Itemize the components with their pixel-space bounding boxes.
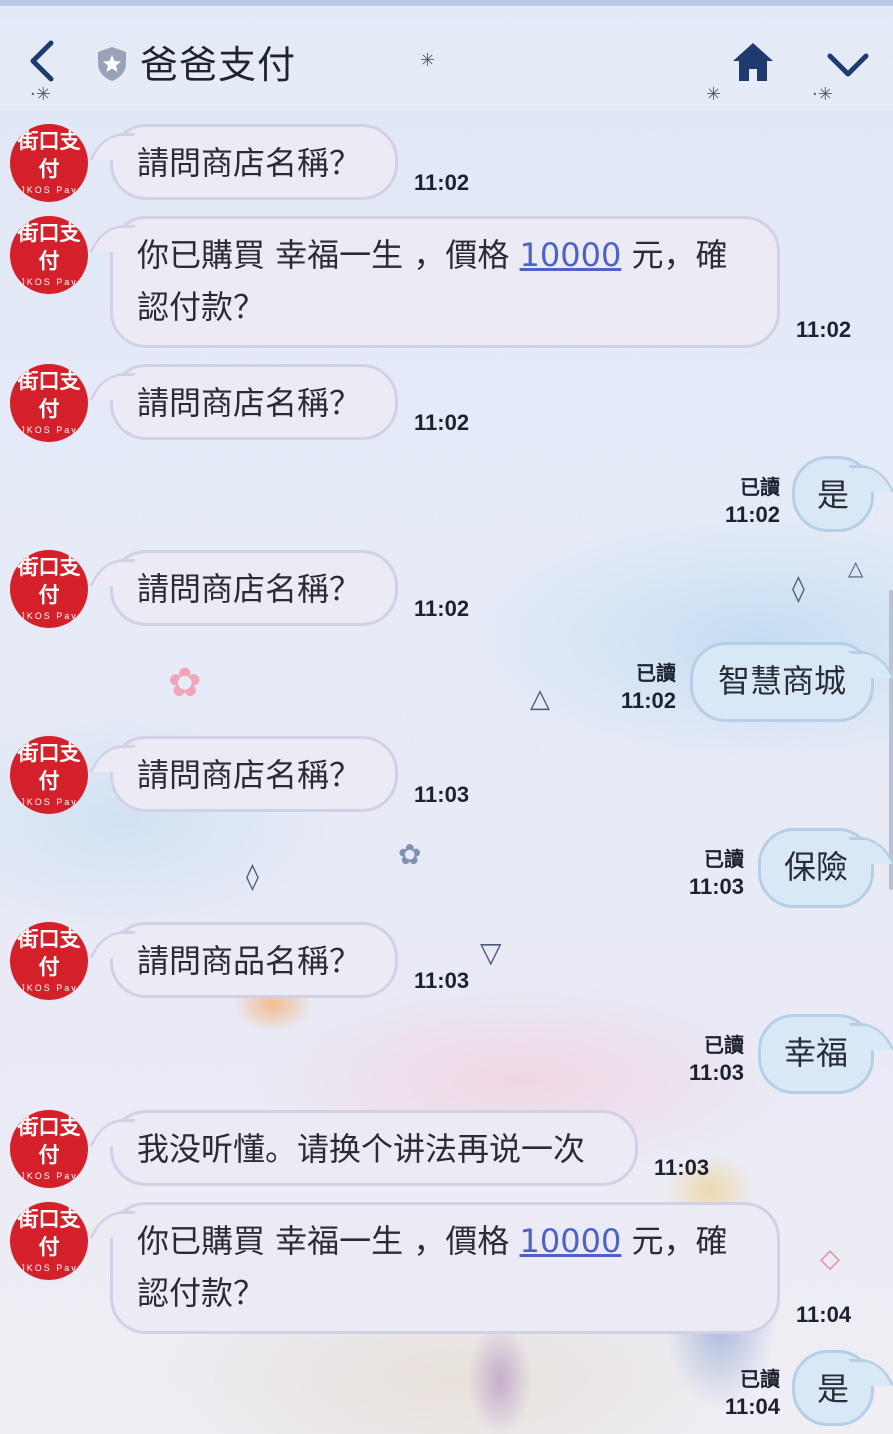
bot-avatar[interactable]: 街口支付 JKOS Pay: [10, 124, 88, 202]
outgoing-message[interactable]: 保險: [758, 828, 874, 908]
message-text: 請問商店名稱？: [137, 144, 362, 182]
bot-avatar[interactable]: 街口支付 JKOS Pay: [10, 1110, 88, 1188]
message-meta: 已讀 11:03: [664, 846, 744, 902]
home-icon: [733, 43, 773, 81]
back-button[interactable]: [18, 36, 66, 86]
message-time: 11:04: [796, 1302, 852, 1327]
incoming-message[interactable]: 請問商店名稱？: [110, 124, 398, 200]
chat-header: 爸爸支付 ·✳ ✳ ✳ ·✳: [0, 6, 893, 110]
incoming-message[interactable]: 你已購買 幸福一生 ，價格 10000 元，確 認付款？: [110, 1202, 780, 1334]
message-time: 11:03: [688, 1060, 744, 1085]
incoming-message[interactable]: 請問商店名稱？: [110, 550, 398, 626]
home-button[interactable]: [726, 36, 780, 88]
incoming-message[interactable]: 請問商品名稱？: [110, 922, 398, 998]
incoming-message[interactable]: 我没听懂。请换个讲法再说一次: [110, 1110, 638, 1186]
message-text: 幸福: [783, 1034, 848, 1072]
droplet-icon: ◊: [246, 862, 259, 892]
triangle-icon: △: [530, 684, 550, 714]
chevron-down-icon: [827, 53, 869, 77]
incoming-message[interactable]: 請問商店名稱？: [110, 364, 398, 440]
message-text: 你已購買 幸福一生 ，價格: [137, 1222, 520, 1260]
message-text: 保險: [783, 848, 848, 886]
message-time: 11:03: [688, 874, 744, 899]
message-time: 11:02: [414, 170, 470, 195]
incoming-message[interactable]: 請問商店名稱？: [110, 736, 398, 812]
message-text: 請問商店名稱？: [137, 756, 362, 794]
price-link[interactable]: 10000: [520, 1222, 622, 1260]
read-receipt: 已讀: [636, 661, 676, 685]
message-time: 11:02: [724, 502, 780, 527]
message-time: 11:02: [414, 596, 470, 621]
read-receipt: 已讀: [704, 847, 744, 871]
sparkle-icon: ✳: [420, 50, 436, 71]
message-time: 11:02: [796, 317, 852, 342]
outgoing-message[interactable]: 幸福: [758, 1014, 874, 1094]
sparkle-icon: ·✳: [812, 84, 833, 105]
outgoing-message[interactable]: 是: [792, 1350, 874, 1426]
message-text: 元，確: [621, 1222, 728, 1260]
message-time: 11:03: [414, 782, 470, 807]
message-text: 是: [816, 1370, 849, 1408]
outgoing-message[interactable]: 智慧商城: [690, 642, 874, 722]
scrollbar[interactable]: [889, 590, 893, 890]
message-text: 是: [816, 476, 849, 514]
bot-avatar[interactable]: 街口支付 JKOS Pay: [10, 736, 88, 814]
message-meta: 已讀 11:02: [700, 474, 780, 530]
message-text: 我没听懂。请换个讲法再说一次: [137, 1130, 586, 1168]
chat-title: 爸爸支付: [140, 43, 297, 87]
read-receipt: 已讀: [740, 475, 780, 499]
triangle-icon: △: [848, 556, 864, 580]
message-time: 11:04: [724, 1394, 780, 1419]
message-text: 認付款？: [137, 1274, 266, 1312]
message-text: 請問商品名稱？: [137, 942, 362, 980]
message-time: 11:03: [654, 1155, 710, 1180]
message-meta: 已讀 11:04: [700, 1366, 780, 1422]
sparkle-icon: ✳: [706, 84, 722, 105]
read-receipt: 已讀: [704, 1033, 744, 1057]
bot-avatar[interactable]: 街口支付 JKOS Pay: [10, 216, 88, 294]
message-text: 智慧商城: [717, 662, 846, 700]
menu-toggle-button[interactable]: [820, 42, 876, 86]
bot-avatar[interactable]: 街口支付 JKOS Pay: [10, 922, 88, 1000]
droplet-icon: ◊: [792, 574, 805, 604]
bot-avatar[interactable]: 街口支付 JKOS Pay: [10, 550, 88, 628]
triangle-icon: ▽: [480, 936, 502, 969]
back-arrow-icon: [30, 40, 54, 82]
message-text: 認付款？: [137, 288, 266, 326]
sparkle-icon: ·✳: [30, 84, 51, 105]
flower-icon: ✿: [398, 838, 422, 871]
read-receipt: 已讀: [740, 1367, 780, 1391]
message-text: 請問商店名稱？: [137, 384, 362, 422]
message-text: 請問商店名稱？: [137, 570, 362, 608]
price-link[interactable]: 10000: [520, 236, 622, 274]
official-account-shield-icon: [94, 44, 130, 84]
bot-avatar[interactable]: 街口支付 JKOS Pay: [10, 1202, 88, 1280]
outgoing-message[interactable]: 是: [792, 456, 874, 532]
message-meta: 已讀 11:02: [596, 660, 676, 716]
diamond-icon: ◇: [820, 1244, 840, 1274]
message-text: 你已購買 幸福一生 ，價格: [137, 236, 520, 274]
incoming-message[interactable]: 你已購買 幸福一生 ，價格 10000 元，確 認付款？: [110, 216, 780, 348]
flower-icon: ✿: [168, 660, 202, 706]
message-text: 元，確: [621, 236, 728, 274]
message-time: 11:03: [414, 968, 470, 993]
message-time: 11:02: [414, 410, 470, 435]
bot-avatar[interactable]: 街口支付 JKOS Pay: [10, 364, 88, 442]
message-time: 11:02: [620, 688, 676, 713]
message-meta: 已讀 11:03: [664, 1032, 744, 1088]
